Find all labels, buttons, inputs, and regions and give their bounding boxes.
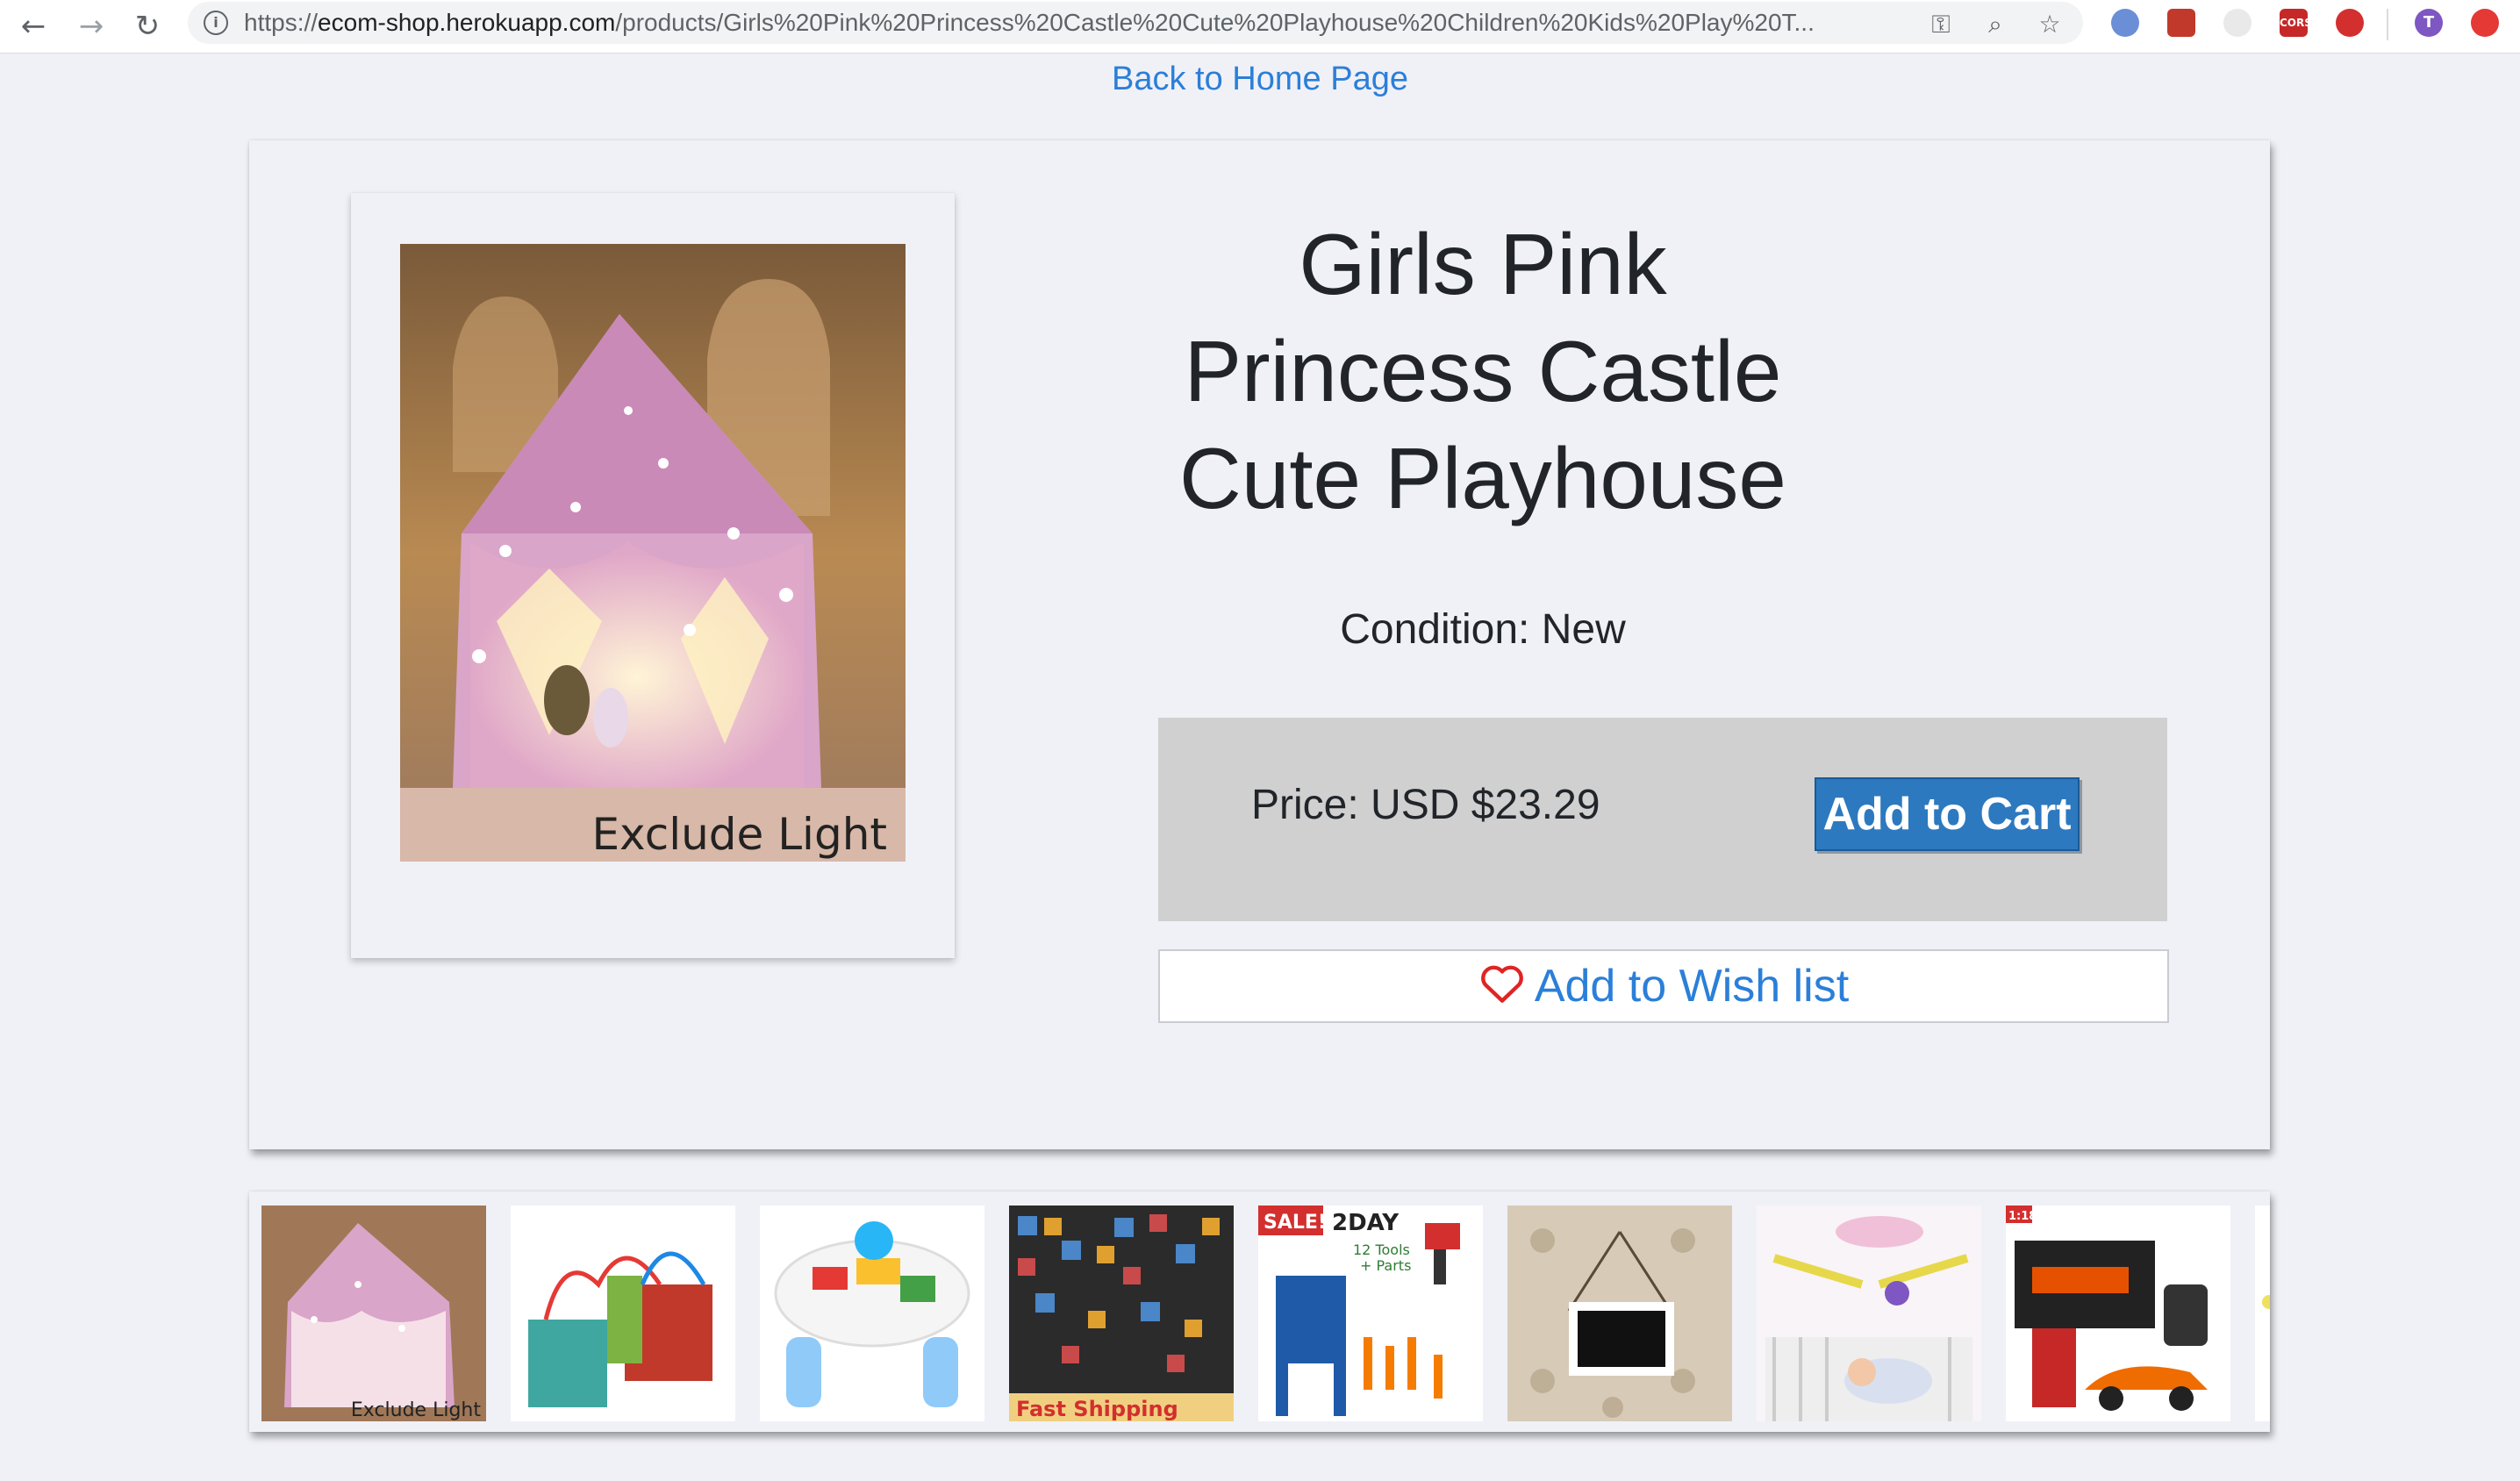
toolbar-divider (2387, 9, 2388, 40)
thumbnail-rc-car[interactable]: 1:18 (2006, 1206, 2230, 1421)
reload-icon[interactable]: ↻ (128, 7, 167, 46)
site-info-icon[interactable]: i (204, 11, 228, 35)
key-icon[interactable]: ⚿ (1925, 9, 1957, 40)
product-condition: Condition: New (1340, 606, 1626, 653)
add-to-cart-button[interactable]: Add to Cart (1815, 777, 2080, 851)
thumbnail-partial[interactable] (2255, 1206, 2270, 1421)
heart-icon (1480, 965, 1523, 1004)
add-to-wishlist-label: Add to Wish list (1534, 961, 1850, 1012)
price-panel: Price: USD $23.29 Add to Cart (1158, 718, 2167, 921)
product-card: Exclude Light Girls Pink Princess Castle… (249, 140, 2270, 1149)
svg-text:Exclude Light: Exclude Light (591, 809, 887, 860)
thumbnail-chalkboard-sign[interactable] (1507, 1206, 1732, 1421)
thumbnail-princess-tent[interactable]: Exclude Light (261, 1206, 486, 1421)
address-bar[interactable]: i https://ecom-shop.herokuapp.com/produc… (188, 2, 2083, 44)
product-title-container: Girls Pink Princess Castle Cute Playhous… (1149, 211, 1816, 539)
svg-text:12 Tools: 12 Tools (1353, 1241, 1410, 1258)
thumbnail-activity-cube[interactable] (511, 1206, 735, 1421)
back-to-home-link[interactable]: Back to Home Page (0, 58, 2520, 100)
product-thumbnail-strip: Exclude Light Fast Shipping SALE! 2DAY 1… (249, 1191, 2270, 1432)
product-title: Girls Pink Princess Castle Cute Playhous… (1179, 216, 1786, 539)
extension-icon-2[interactable] (2167, 9, 2195, 37)
add-to-wishlist-button[interactable]: Add to Wish list (1158, 949, 2169, 1023)
zoom-icon[interactable]: ⌕ (1979, 9, 2011, 40)
svg-text:2DAY: 2DAY (1332, 1210, 1400, 1236)
extension-icon-1[interactable] (2111, 9, 2139, 37)
svg-text:1:18: 1:18 (2008, 1210, 2037, 1223)
svg-text:+ Parts: + Parts (1360, 1257, 1411, 1274)
browser-toolbar: ← → ↻ i https://ecom-shop.herokuapp.com/… (0, 0, 2520, 54)
product-image-frame: Exclude Light (351, 193, 955, 958)
extension-icon-3[interactable] (2223, 9, 2252, 37)
thumbnail-figures-set[interactable]: Fast Shipping (1009, 1206, 1234, 1421)
product-image[interactable]: Exclude Light (400, 244, 906, 862)
back-arrow-icon[interactable]: ← (14, 7, 53, 46)
bookmark-star-icon[interactable]: ☆ (2034, 9, 2065, 40)
svg-text:Exclude Light: Exclude Light (351, 1399, 481, 1421)
url-text[interactable]: https://ecom-shop.herokuapp.com/products… (244, 9, 1911, 37)
thumbnail-tool-bench[interactable]: SALE! 2DAY 12 Tools + Parts (1258, 1206, 1483, 1421)
thumbnail-crib-mobile[interactable] (1757, 1206, 1981, 1421)
forward-arrow-icon[interactable]: → (72, 7, 111, 46)
svg-text:Fast Shipping: Fast Shipping (1016, 1397, 1178, 1421)
thumbnail-activity-table[interactable] (760, 1206, 984, 1421)
adblock-extension-icon[interactable] (2336, 9, 2364, 37)
product-price: Price: USD $23.29 (1251, 782, 1600, 828)
update-extension-icon[interactable] (2471, 9, 2499, 37)
profile-avatar[interactable]: T (2415, 9, 2443, 37)
svg-text:SALE!: SALE! (1264, 1212, 1327, 1234)
cors-extension-icon[interactable]: CORS (2280, 9, 2312, 37)
